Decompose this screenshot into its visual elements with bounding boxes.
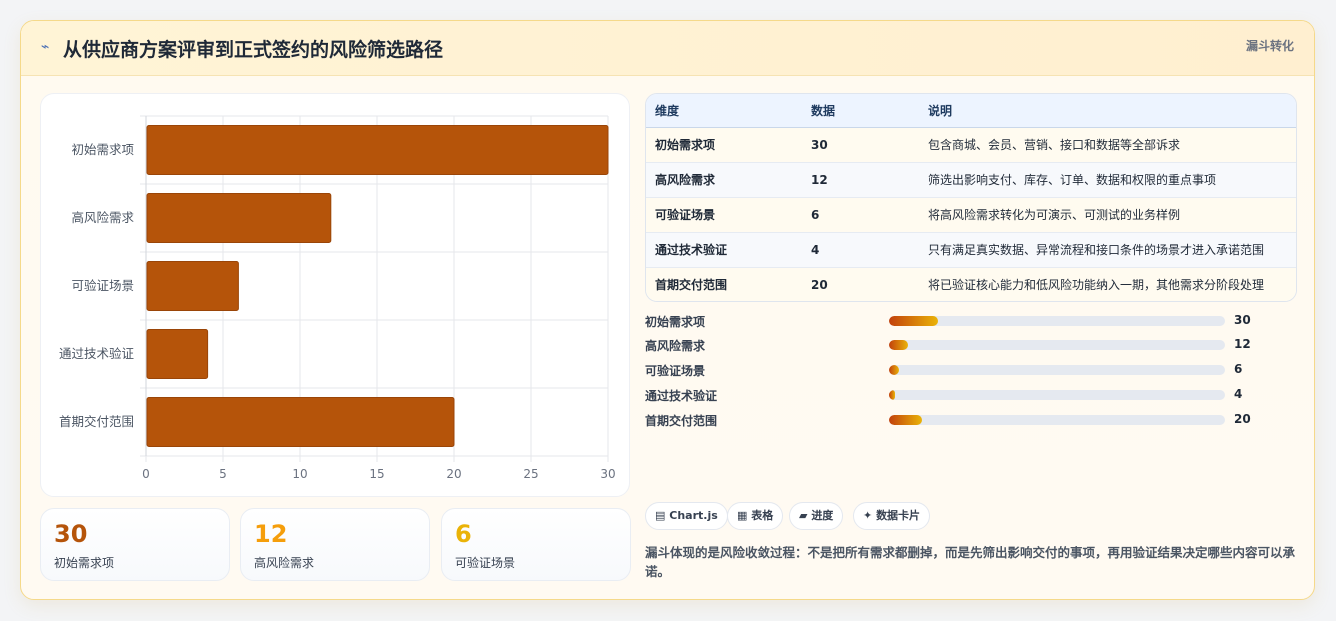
progress-row: 通过技术验证 4	[645, 386, 1297, 404]
progress-row: 首期交付范围 20	[645, 411, 1297, 429]
card-title: 从供应商方案评审到正式签约的风险筛选路径	[63, 39, 444, 61]
card-header: ⌁ 从供应商方案评审到正式签约的风险筛选路径 漏斗转化	[21, 21, 1314, 76]
table-cell: 20	[802, 267, 919, 301]
table-cell: 首期交付范围	[646, 267, 802, 301]
progress-fill	[889, 316, 939, 326]
bar	[146, 125, 609, 175]
x-tick-label: 15	[369, 467, 384, 481]
progress-row: 可验证场景 6	[645, 361, 1297, 379]
x-tick-label: 5	[219, 467, 227, 481]
summary-note: 漏斗体现的是风险收敛过程：不是把所有需求都删掉，而是先筛出影响交付的事项，再用验…	[645, 545, 1296, 579]
table-cell: 高风险需求	[646, 162, 802, 198]
bar-chart: 0 5 10 15 20 25 30 初始需求项高风险需求可验证场景通过技术验证 首期交付范围	[40, 93, 630, 497]
bar	[146, 193, 332, 243]
column-header-description: 说明	[919, 94, 1296, 128]
kpi-label: 可验证场景	[455, 556, 516, 570]
progress-icon: ▰	[799, 509, 808, 522]
table-cell: 将已验证核心能力和低风险功能纳入一期，其他需求分阶段处理	[919, 267, 1296, 301]
y-tick-label: 通过技术验证	[59, 346, 135, 361]
bar-chart-svg: 0 5 10 15 20 25 30 初始需求项高风险需求可验证场景通过技术验证首期交付范围	[59, 115, 616, 481]
kpi-card-high-risk: 12 高风险需求	[240, 508, 430, 581]
x-tick-label: 10	[292, 467, 307, 481]
progress-row: 高风险需求 12	[645, 336, 1297, 354]
progress-label: 可验证场景	[645, 364, 706, 378]
x-tick-label: 0	[142, 467, 150, 481]
table-cell: 通过技术验证	[646, 232, 802, 268]
chip-progress[interactable]: ▰ 进度	[789, 502, 844, 530]
kpi-value: 12	[254, 520, 288, 548]
progress-label: 初始需求项	[645, 315, 706, 329]
funnel-card: ⌁ 从供应商方案评审到正式签约的风险筛选路径 漏斗转化 0 5 10 15 20 25 30…	[20, 20, 1315, 600]
x-tick-label: 30	[600, 467, 615, 481]
card-tag: 漏斗转化	[1245, 39, 1294, 53]
y-tick-label: 可验证场景	[71, 278, 134, 293]
progress-label: 首期交付范围	[645, 414, 718, 428]
progress-value: 12	[1234, 337, 1251, 351]
progress-track	[889, 390, 1225, 400]
kpi-card-initial: 30 初始需求项	[40, 508, 230, 581]
chip-label: 数据卡片	[876, 509, 921, 522]
y-tick-label: 高风险需求	[71, 210, 134, 225]
progress-label: 通过技术验证	[645, 389, 718, 403]
chip-label: 表格	[751, 509, 774, 522]
bar	[146, 329, 209, 379]
sparkle-icon: ✦	[863, 509, 873, 522]
progress-label: 高风险需求	[645, 339, 706, 353]
table-cell: 4	[802, 232, 919, 268]
kpi-card-verifiable: 6 可验证场景	[441, 508, 631, 581]
table-cell: 将高风险需求转化为可演示、可测试的业务样例	[919, 197, 1296, 233]
progress-fill	[889, 340, 909, 350]
table-icon: ▦	[737, 509, 748, 522]
progress-value: 30	[1234, 313, 1251, 327]
table-row: 通过技术验证 4 只有满足真实数据、异常流程和接口条件的场景才进入承诺范围	[646, 232, 1296, 268]
progress-track	[889, 365, 1225, 375]
chip-table[interactable]: ▦ 表格	[727, 502, 784, 530]
progress-value: 20	[1234, 412, 1251, 426]
progress-value: 4	[1234, 387, 1243, 401]
progress-value: 6	[1234, 362, 1243, 376]
table-cell: 可验证场景	[646, 197, 802, 233]
bar	[146, 397, 455, 447]
table-row: 初始需求项 30 包含商城、会员、营销、接口和数据等全部诉求	[646, 127, 1296, 163]
column-header-data: 数据	[802, 94, 919, 128]
x-tick-label: 25	[523, 467, 538, 481]
progress-track	[889, 316, 1225, 326]
chip-label: 进度	[811, 509, 834, 522]
table-row: 首期交付范围 20 将已验证核心能力和低风险功能纳入一期，其他需求分阶段处理	[646, 267, 1296, 301]
progress-track	[889, 415, 1225, 425]
progress-row: 初始需求项 30	[645, 312, 1297, 330]
y-tick-label: 首期交付范围	[59, 414, 134, 429]
sparkline-icon: ⌁	[41, 39, 50, 55]
chip-label: Chart.js	[669, 509, 718, 522]
y-tick-label: 初始需求项	[71, 142, 134, 157]
chip-data-cards[interactable]: ✦ 数据卡片	[853, 502, 931, 530]
data-table: 维度 数据 说明 初始需求项 30 包含商城、会员、营销、接口和数据等全部诉求 …	[645, 93, 1297, 302]
kpi-label: 高风险需求	[254, 556, 315, 570]
progress-track	[889, 340, 1225, 350]
table-cell: 6	[802, 197, 919, 233]
column-header-dimension: 维度	[646, 94, 802, 128]
x-tick-label: 20	[446, 467, 461, 481]
table-cell: 包含商城、会员、营销、接口和数据等全部诉求	[919, 127, 1296, 163]
kpi-label: 初始需求项	[54, 556, 115, 570]
table-cell: 12	[802, 162, 919, 198]
table-cell: 只有满足真实数据、异常流程和接口条件的场景才进入承诺范围	[919, 232, 1296, 268]
table-header-row: 维度 数据 说明	[646, 94, 1296, 128]
chart-icon: ▤	[655, 509, 666, 522]
table-row: 可验证场景 6 将高风险需求转化为可演示、可测试的业务样例	[646, 197, 1296, 233]
table-cell: 筛选出影响支付、库存、订单、数据和权限的重点事项	[919, 162, 1296, 198]
kpi-value: 30	[54, 520, 88, 548]
table-cell: 初始需求项	[646, 127, 802, 163]
chip-chartjs[interactable]: ▤ Chart.js	[645, 502, 728, 530]
table-row: 高风险需求 12 筛选出影响支付、库存、订单、数据和权限的重点事项	[646, 162, 1296, 198]
table-cell: 30	[802, 127, 919, 163]
progress-fill	[889, 365, 899, 375]
progress-fill	[889, 390, 896, 400]
kpi-value: 6	[455, 520, 472, 548]
bar	[146, 261, 239, 311]
progress-fill	[889, 415, 922, 425]
